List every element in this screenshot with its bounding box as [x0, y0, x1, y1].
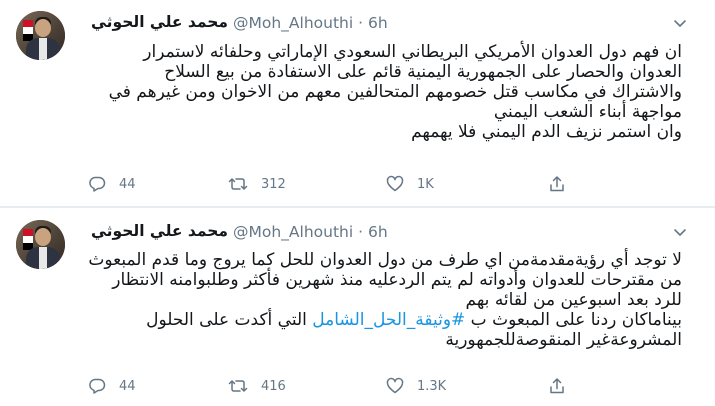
- reply-icon: [89, 176, 106, 192]
- tweet-line: بيناماكان ردنا على المبعوث ب #وثيقة_الحل…: [86, 310, 682, 330]
- like-count: 1.3K: [417, 378, 447, 394]
- tweet-line: للرد بعد اسبوعين من لقائه بهم: [465, 290, 682, 310]
- tweet-text: لا توجد أي رؤيةمقدمةمن اي طرف من دول الع…: [86, 250, 682, 350]
- chevron-down-icon[interactable]: [670, 222, 690, 242]
- tweet-text-part: بيناماكان ردنا على المبعوث ب: [465, 310, 682, 330]
- share-icon: [550, 176, 564, 192]
- reply-button[interactable]: 44: [87, 173, 136, 195]
- tweet-line: ان فهم دول العدوان الأمريكي البريطاني ال…: [143, 42, 682, 62]
- tweet-meta: @Moh_Alhouthi · 6h: [233, 223, 388, 241]
- tweet-text: ان فهم دول العدوان الأمريكي البريطاني ال…: [86, 42, 682, 142]
- retweet-button[interactable]: 312: [227, 173, 286, 195]
- share-icon: [550, 378, 564, 394]
- like-icon: [386, 377, 404, 394]
- tweet-header: محمد علي الحوثي @Moh_Alhouthi · 6h: [78, 13, 698, 35]
- tweet-header: محمد علي الحوثي @Moh_Alhouthi · 6h: [78, 222, 698, 244]
- retweet-count: 312: [261, 176, 286, 192]
- reply-count: 44: [119, 378, 136, 394]
- tweet-text-part: التي أكدت على الحلول: [146, 310, 313, 330]
- like-button[interactable]: 1K: [385, 173, 434, 195]
- share-button[interactable]: [547, 173, 567, 195]
- tweet-line: والاشتراك في مكاسب قتل خصومهم المتحالفين…: [108, 82, 682, 102]
- retweet-icon: [228, 178, 248, 190]
- retweet-button[interactable]: 416: [227, 375, 286, 397]
- tweet-line: المشروعةغير المنقوصةللجمهورية: [445, 330, 682, 350]
- avatar[interactable]: [16, 220, 65, 269]
- reply-icon: [89, 378, 106, 394]
- tweet[interactable]: محمد علي الحوثي @Moh_Alhouthi · 6h ان فه…: [0, 0, 715, 207]
- like-button[interactable]: 1.3K: [385, 375, 446, 397]
- tweet-line: من مقترحات للعدوان وأدواته لم يتم الردعل…: [112, 270, 682, 290]
- tweet-actions: 44 416 1.3K: [87, 375, 647, 397]
- reply-count: 44: [119, 176, 136, 192]
- display-name[interactable]: محمد علي الحوثي: [91, 13, 228, 31]
- like-count: 1K: [417, 176, 434, 192]
- tweet-line: لا توجد أي رؤيةمقدمةمن اي طرف من دول الع…: [88, 250, 682, 270]
- reply-button[interactable]: 44: [87, 375, 136, 397]
- retweet-icon: [228, 380, 248, 392]
- chevron-down-icon[interactable]: [670, 13, 690, 33]
- timestamp[interactable]: 6h: [368, 14, 388, 32]
- user-handle[interactable]: @Moh_Alhouthi: [233, 14, 353, 32]
- tweet-meta: @Moh_Alhouthi · 6h: [233, 14, 388, 32]
- display-name[interactable]: محمد علي الحوثي: [91, 222, 228, 240]
- separator-dot: ·: [358, 14, 364, 32]
- tweet-actions: 44 312 1K: [87, 173, 647, 195]
- separator-dot: ·: [358, 223, 364, 241]
- hashtag-link[interactable]: #وثيقة_الحل_الشامل: [312, 310, 465, 330]
- like-icon: [386, 175, 404, 192]
- timestamp[interactable]: 6h: [368, 223, 388, 241]
- tweet-line: مواجهة أبناء الشعب اليمني: [493, 102, 682, 122]
- user-handle[interactable]: @Moh_Alhouthi: [233, 223, 353, 241]
- tweet-line: العدوان والحصار على الجمهورية اليمنية قا…: [164, 62, 682, 82]
- tweet[interactable]: محمد علي الحوثي @Moh_Alhouthi · 6h لا تو…: [0, 208, 715, 406]
- share-button[interactable]: [547, 375, 567, 397]
- tweet-line: وان استمر نزيف الدم اليمني فلا يهمهم: [411, 122, 682, 142]
- avatar[interactable]: [16, 11, 65, 60]
- retweet-count: 416: [261, 378, 286, 394]
